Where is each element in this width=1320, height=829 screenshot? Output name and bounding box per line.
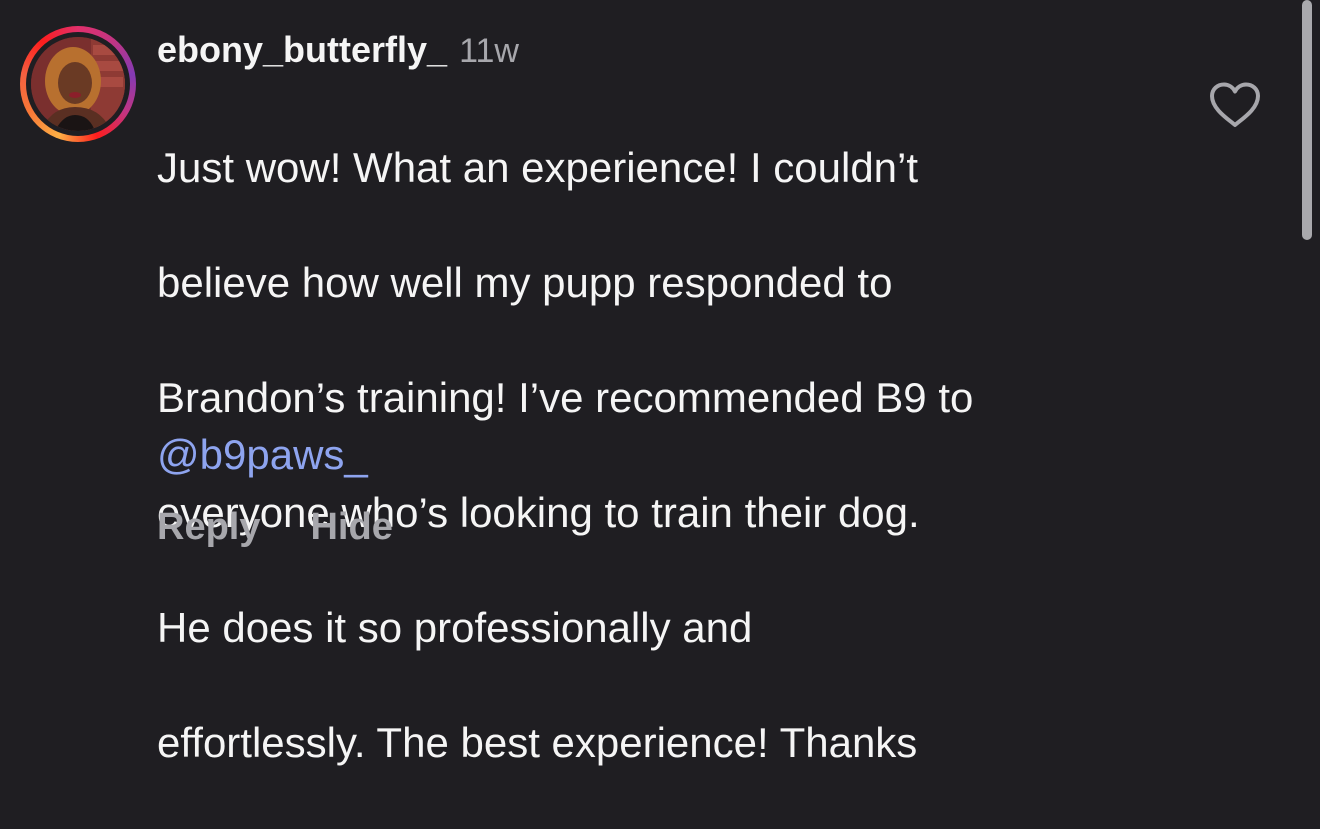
hide-button[interactable]: Hide	[310, 500, 392, 554]
comment-text-line: Brandon’s training! I’ve recommended B9 …	[157, 373, 974, 421]
comment-actions: Reply Hide	[157, 500, 393, 554]
like-button[interactable]	[1208, 81, 1262, 129]
comment-text-line: He does it so professionally and	[157, 603, 753, 651]
reply-button[interactable]: Reply	[157, 500, 260, 554]
avatar-image	[31, 37, 125, 131]
avatar-story-ring[interactable]	[20, 26, 136, 142]
username-link[interactable]: ebony_butterfly_	[157, 29, 447, 70]
mention-link[interactable]: @b9paws_	[157, 426, 368, 484]
comment-text-line: believe how well my pupp responded to	[157, 258, 893, 306]
comment-header: ebony_butterfly_ 11w	[157, 24, 519, 76]
comment-text-line: Just wow! What an experience! I couldn’t	[157, 143, 919, 191]
comment-timestamp: 11w	[459, 32, 519, 70]
comment-text-line: effortlessly. The best experience! Thank…	[157, 718, 918, 766]
heart-outline-icon	[1210, 82, 1260, 127]
avatar-ring-gap	[26, 32, 130, 136]
scrollbar[interactable]	[1302, 0, 1312, 240]
avatar[interactable]	[31, 37, 125, 131]
